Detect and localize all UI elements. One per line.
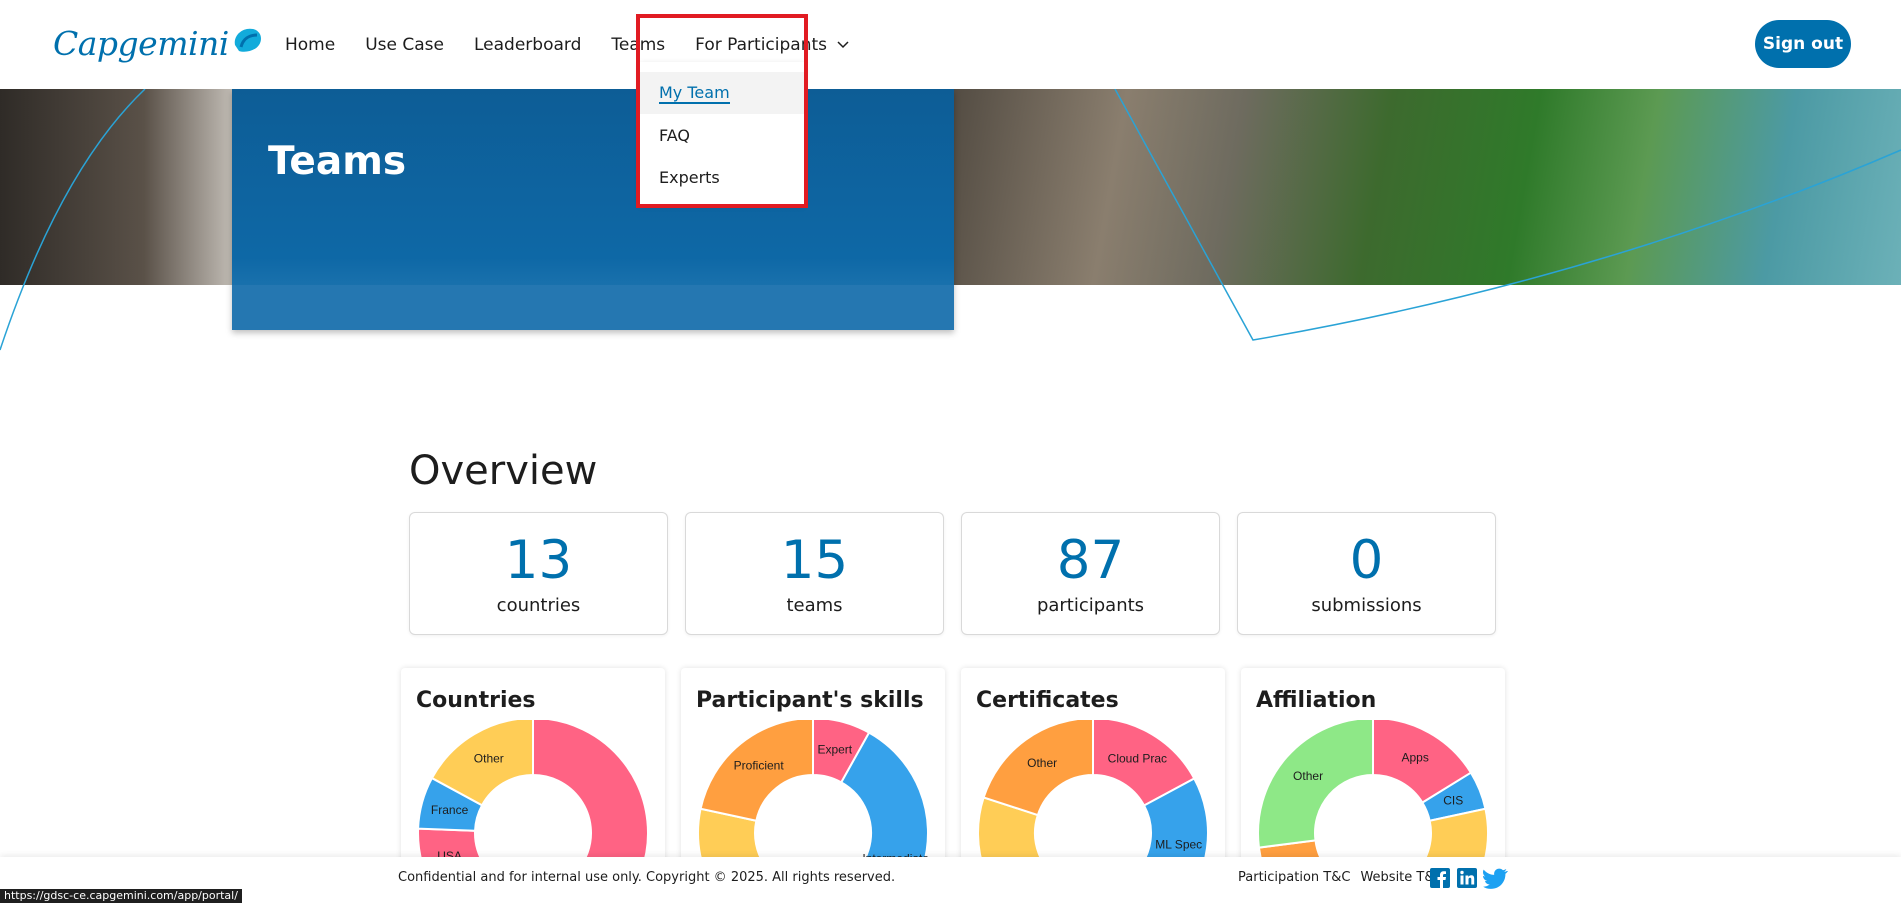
hero-photo-left <box>0 89 240 285</box>
slice-label: Cloud Prac <box>1108 752 1167 766</box>
donut-slice[interactable] <box>1257 720 1374 849</box>
nav-use-case[interactable]: Use Case <box>365 35 444 55</box>
slice-label: France <box>431 803 469 817</box>
nav-for-participants-label: For Participants <box>695 34 827 55</box>
twitter-icon[interactable] <box>1483 867 1509 889</box>
chart-title: Participant's skills <box>696 688 924 713</box>
slice-label: Other <box>1027 756 1057 770</box>
overview-title: Overview <box>409 448 598 494</box>
capgemini-logo[interactable]: Capgemini <box>53 20 263 66</box>
slice-label: ML Spec <box>1155 838 1202 852</box>
facebook-icon[interactable] <box>1429 867 1451 889</box>
stat-card-teams: 15 teams <box>685 512 944 635</box>
footer-copyright: Confidential and for internal use only. … <box>398 870 896 885</box>
stat-card-participants: 87 participants <box>961 512 1220 635</box>
top-header: Capgemini Home Use Case Leaderboard Team… <box>0 0 1901 89</box>
social-links <box>1429 867 1514 889</box>
sign-out-button[interactable]: Sign out <box>1755 20 1851 68</box>
status-bar-url: https://gdsc-ce.capgemini.com/app/portal… <box>0 889 242 903</box>
slice-label: Expert <box>817 742 852 756</box>
chart-title: Affiliation <box>1256 688 1377 713</box>
menu-item-my-team[interactable]: My Team <box>640 72 804 114</box>
nav-leaderboard[interactable]: Leaderboard <box>474 35 581 55</box>
page-footer: Confidential and for internal use only. … <box>0 857 1901 903</box>
spade-icon <box>234 28 261 52</box>
hero-card-footer <box>232 285 954 330</box>
menu-item-faq[interactable]: FAQ <box>640 114 804 156</box>
hero-photo-right <box>950 89 1901 285</box>
stat-label: teams <box>786 595 843 616</box>
chart-title: Certificates <box>976 688 1119 713</box>
stat-label: submissions <box>1311 595 1422 616</box>
menu-item-experts[interactable]: Experts <box>640 156 804 198</box>
stat-value: 0 <box>1349 530 1384 591</box>
chart-title: Countries <box>416 688 536 713</box>
nav-for-participants[interactable]: For Participants <box>695 35 849 55</box>
footer-links: Participation T&C Website T&C <box>1238 870 1454 885</box>
stat-value: 13 <box>504 530 573 591</box>
slice-label: Other <box>1293 769 1323 783</box>
slice-label: Other <box>474 752 504 766</box>
stat-card-countries: 13 countries <box>409 512 668 635</box>
stat-label: countries <box>496 595 581 616</box>
participation-tc-link[interactable]: Participation T&C <box>1238 870 1350 885</box>
slice-label: Proficient <box>734 759 785 773</box>
chevron-down-icon <box>837 40 849 48</box>
participants-dropdown-menu: My Team FAQ Experts <box>640 62 804 204</box>
stat-value: 15 <box>780 530 849 591</box>
nav-home[interactable]: Home <box>285 35 335 55</box>
linkedin-icon[interactable] <box>1456 867 1478 889</box>
nav-teams[interactable]: Teams <box>611 35 665 55</box>
stat-label: participants <box>1036 595 1145 616</box>
slice-label: Apps <box>1402 750 1429 764</box>
stat-value: 87 <box>1056 530 1125 591</box>
page-title: Teams <box>268 139 407 184</box>
hero-title-card: Teams <box>232 89 954 330</box>
stat-card-submissions: 0 submissions <box>1237 512 1496 635</box>
slice-label: CIS <box>1443 794 1463 808</box>
